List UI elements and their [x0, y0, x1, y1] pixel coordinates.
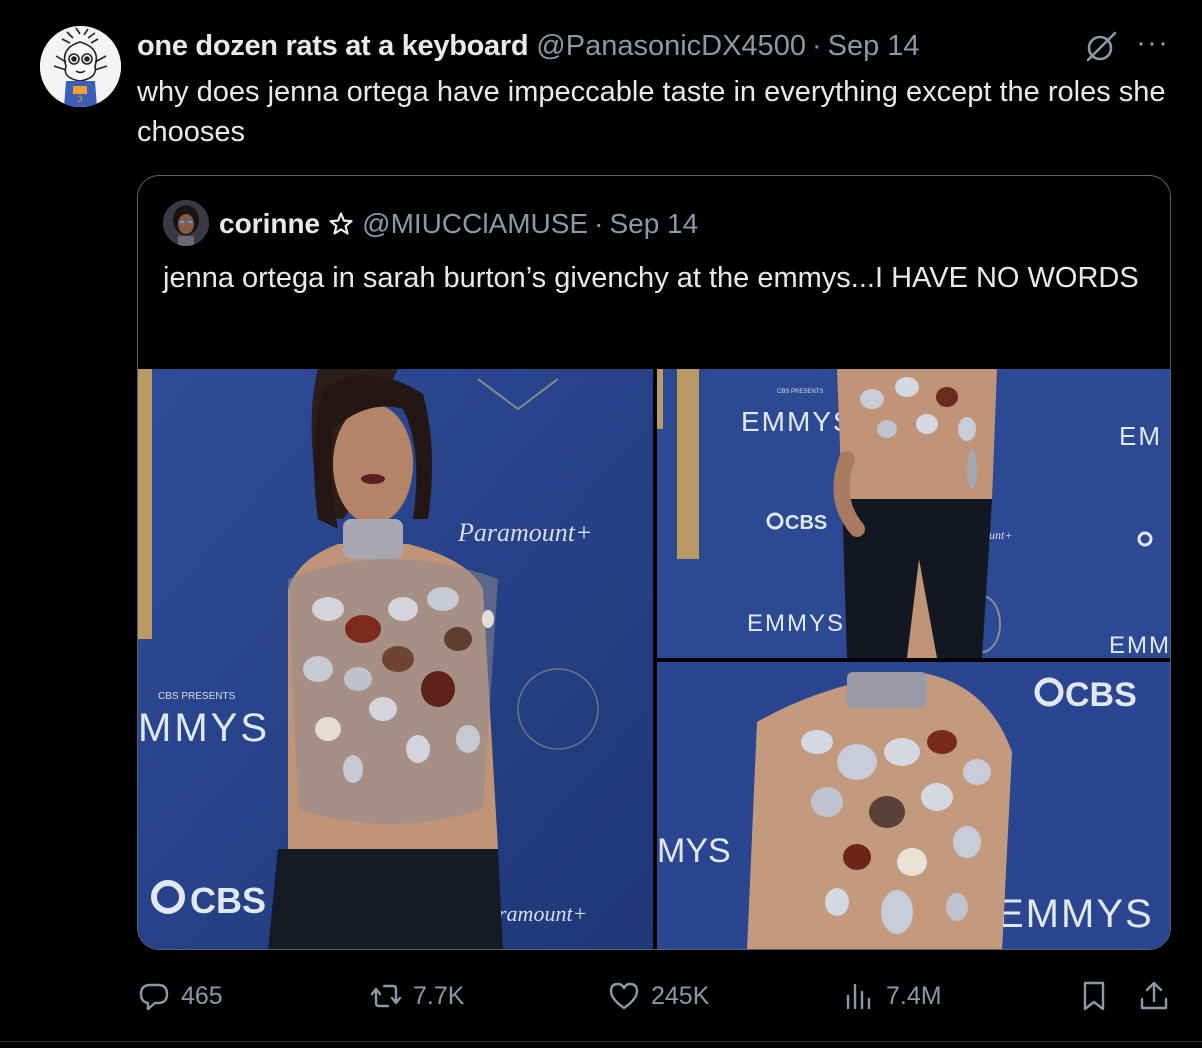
sign-cbs-presents: CBS PRESENTS — [158, 691, 236, 702]
media-photo-top-right[interactable]: CBS PRESENTS EMMYS CBS EMMYS EM EMM unt+ — [657, 369, 1171, 658]
bookmark-button[interactable] — [1077, 976, 1111, 1016]
sign-cbs-bottom-right: CBS — [1065, 676, 1137, 714]
sign-paramount-bottom: ramount+ — [498, 901, 587, 926]
reply-icon — [139, 983, 169, 1011]
quoted-tweet-date[interactable]: Sep 14 — [609, 208, 698, 240]
tweet-header: one dozen rats at a keyboard @PanasonicD… — [137, 28, 920, 64]
like-count: 245K — [651, 981, 710, 1010]
sign-unt: unt+ — [989, 528, 1012, 542]
cartoon-rat-avatar-icon: 3 — [40, 26, 121, 107]
retweet-icon — [370, 984, 402, 1008]
separator-dot: · — [594, 208, 604, 239]
quoted-author-display-name[interactable]: corinne — [219, 208, 320, 240]
sign-emm-right: EMM — [1109, 632, 1171, 658]
quoted-tweet[interactable]: corinne @MIUCClAMUSE · Sep 14 jenna orte… — [137, 175, 1171, 950]
tweet[interactable]: 3 one dozen rats at a keyboard @Panasoni… — [0, 0, 1202, 1048]
retweet-count: 7.7K — [413, 981, 465, 1010]
red-carpet-photo-main: Paramount+ CBS PRESENTS MMYS CBS ramount… — [138, 369, 653, 949]
share-icon — [1140, 981, 1168, 1010]
author-handle[interactable]: @PanasonicDX4500 — [536, 30, 806, 63]
media-photo-main[interactable]: Paramount+ CBS PRESENTS MMYS CBS ramount… — [138, 369, 653, 949]
star-outline-icon — [329, 212, 353, 235]
views-button[interactable]: 7.4M — [842, 976, 942, 1016]
tweet-actions: 465 7.7K 245K 7.4M — [137, 976, 1177, 1016]
author-avatar[interactable]: 3 — [40, 26, 121, 107]
red-carpet-photo-top-right: CBS PRESENTS EMMYS CBS EMMYS EM EMM unt+ — [657, 369, 1171, 658]
red-carpet-photo-bottom-right: MYS CBS EMMYS — [657, 662, 1170, 949]
like-button[interactable]: 245K — [607, 976, 709, 1016]
analytics-icon — [846, 983, 871, 1010]
quoted-tweet-header: corinne @MIUCClAMUSE · Sep 14 — [219, 206, 698, 242]
sign-mys: MYS — [657, 832, 731, 870]
svg-text:3: 3 — [77, 94, 82, 104]
tweet-text: why does jenna ortega have impeccable ta… — [137, 76, 1166, 148]
quoted-tweet-text: jenna ortega in sarah burton’s givenchy … — [163, 262, 1139, 294]
quoted-author-handle[interactable]: @MIUCClAMUSE — [362, 208, 588, 240]
quoted-author-avatar[interactable] — [163, 200, 209, 246]
sign-emmys-top: EMMYS — [741, 406, 854, 437]
sign-emmys-bottom-right: EMMYS — [997, 892, 1154, 936]
reply-count: 465 — [181, 981, 223, 1010]
sign-paramount: Paramount+ — [457, 518, 593, 547]
more-options-icon[interactable]: ··· — [1136, 28, 1170, 59]
media-photo-bottom-right[interactable]: MYS CBS EMMYS — [657, 662, 1170, 949]
share-button[interactable] — [1137, 976, 1171, 1016]
sign-cbs-presents-top: CBS PRESENTS — [777, 389, 823, 395]
sign-cbs-top: CBS — [785, 512, 827, 534]
views-count: 7.4M — [886, 981, 942, 1010]
tweet-date[interactable]: Sep 14 — [828, 30, 920, 63]
grok-icon[interactable] — [1084, 30, 1118, 64]
sign-em-right: EM — [1119, 421, 1162, 451]
separator-dot: · — [811, 29, 822, 62]
quoted-avatar-photo — [163, 200, 209, 246]
reply-button[interactable]: 465 — [137, 976, 223, 1016]
media-grid: Paramount+ CBS PRESENTS MMYS CBS ramount… — [138, 369, 1171, 949]
tweet-divider — [0, 1041, 1202, 1042]
retweet-button[interactable]: 7.7K — [369, 976, 464, 1016]
sign-cbs: CBS — [190, 880, 266, 921]
heart-icon — [609, 982, 639, 1010]
bookmark-icon — [1083, 981, 1105, 1011]
sign-emmys-bottom: EMMYS — [747, 610, 845, 637]
author-display-name[interactable]: one dozen rats at a keyboard — [137, 30, 529, 63]
sign-emmys: MMYS — [138, 706, 270, 750]
